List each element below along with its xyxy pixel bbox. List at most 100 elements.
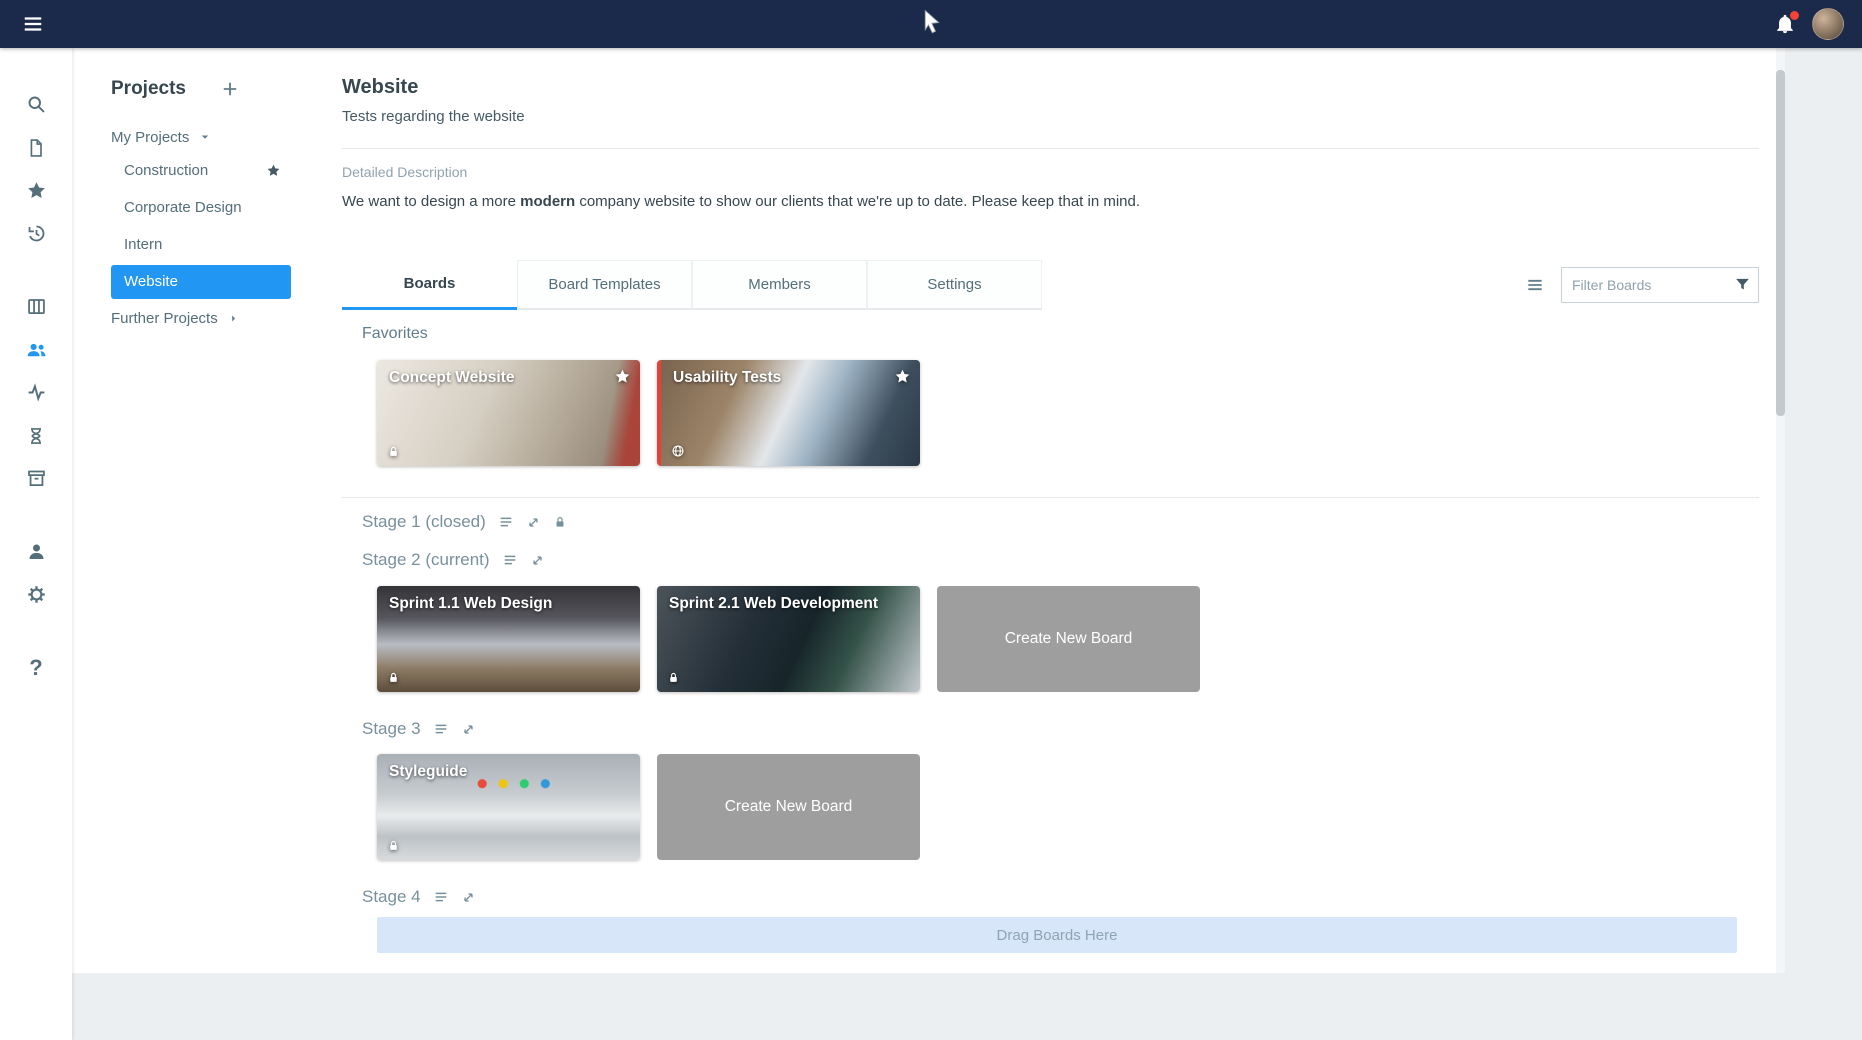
board-controls xyxy=(1525,267,1759,310)
user-avatar[interactable] xyxy=(1812,8,1844,40)
board-card-sprint-2-1[interactable]: Sprint 2.1 Web Development xyxy=(657,586,920,692)
board-card-concept-website[interactable]: Concept Website xyxy=(377,360,640,466)
board-title: Concept Website xyxy=(389,369,610,387)
page-subtitle: Tests regarding the website xyxy=(342,108,1759,126)
stage-2-boards-row: Sprint 1.1 Web Design Sprint 2.1 Web Dev… xyxy=(342,586,1759,692)
stage-list-icon[interactable] xyxy=(498,514,514,530)
create-new-board-button[interactable]: Create New Board xyxy=(657,754,920,860)
project-item-intern[interactable]: Intern xyxy=(111,226,291,263)
main-content: Website Tests regarding the website Deta… xyxy=(342,48,1759,973)
my-projects-label: My Projects xyxy=(111,129,189,146)
board-card-styleguide[interactable]: Styleguide xyxy=(377,754,640,860)
description-label: Detailed Description xyxy=(342,163,1759,181)
tab-label: Settings xyxy=(927,276,981,293)
board-title: Sprint 2.1 Web Development xyxy=(669,595,890,613)
history-icon[interactable] xyxy=(12,212,60,255)
tab-boards[interactable]: Boards xyxy=(342,260,517,310)
board-card-sprint-1-1[interactable]: Sprint 1.1 Web Design xyxy=(377,586,640,692)
create-board-label: Create New Board xyxy=(725,798,853,816)
project-item-corporate-design[interactable]: Corporate Design xyxy=(111,189,291,226)
lock-icon xyxy=(667,671,680,684)
favorites-row: Concept Website Usability Tests xyxy=(342,360,1759,466)
create-board-label: Create New Board xyxy=(1005,630,1133,648)
lock-icon xyxy=(387,671,400,684)
tab-members[interactable]: Members xyxy=(692,260,867,310)
hourglass-icon[interactable] xyxy=(12,414,60,457)
tab-board-templates[interactable]: Board Templates xyxy=(517,260,692,310)
filter-boards-field xyxy=(1561,267,1759,303)
projects-title: Projects xyxy=(111,78,186,100)
description-post: company website to show our clients that… xyxy=(575,193,1140,210)
app-logo xyxy=(920,9,943,37)
my-projects-toggle[interactable]: My Projects xyxy=(111,122,342,152)
lock-icon xyxy=(387,839,400,852)
favorites-label: Favorites xyxy=(342,324,1759,344)
chevron-right-icon xyxy=(227,312,240,325)
create-new-board-button[interactable]: Create New Board xyxy=(937,586,1200,692)
tab-bar: Boards Board Templates Members Settings xyxy=(342,260,1759,310)
notifications-bell-icon[interactable] xyxy=(1774,13,1796,35)
star-icon[interactable] xyxy=(12,169,60,212)
page-title: Website xyxy=(342,48,1759,100)
stage-4-header: Stage 4 xyxy=(342,885,1759,909)
scrollbar xyxy=(1776,48,1785,973)
stage-3-boards-row: Styleguide Create New Board xyxy=(342,754,1759,860)
board-icon[interactable] xyxy=(12,285,60,328)
settings-gear-icon[interactable] xyxy=(12,573,60,616)
stage-label: Stage 1 (closed) xyxy=(362,512,486,532)
stage-label: Stage 3 xyxy=(362,719,421,739)
search-icon[interactable] xyxy=(12,83,60,126)
stage-2-header: Stage 2 (current) xyxy=(342,548,1759,572)
help-icon[interactable]: ? xyxy=(12,646,60,689)
description-text: We want to design a more modern company … xyxy=(342,193,1759,211)
favorite-star-icon[interactable] xyxy=(894,368,911,385)
topbar xyxy=(0,0,1862,48)
scrollbar-thumb[interactable] xyxy=(1776,70,1785,416)
further-projects-toggle[interactable]: Further Projects xyxy=(111,300,342,337)
stage-list-icon[interactable] xyxy=(502,552,518,568)
chevron-down-icon xyxy=(198,130,212,144)
divider xyxy=(342,497,1759,498)
menu-icon[interactable] xyxy=(0,13,44,35)
drop-zone-label: Drag Boards Here xyxy=(997,927,1118,944)
icon-rail: ? xyxy=(0,48,72,1040)
further-projects-label: Further Projects xyxy=(111,310,218,327)
drag-boards-drop-zone[interactable]: Drag Boards Here xyxy=(377,917,1737,953)
stage-expand-icon[interactable] xyxy=(461,722,476,737)
tab-label: Members xyxy=(748,276,811,293)
document-icon[interactable] xyxy=(12,126,60,169)
add-project-button[interactable] xyxy=(220,79,240,99)
favorite-star-icon[interactable] xyxy=(266,163,281,178)
project-item-construction[interactable]: Construction xyxy=(111,152,291,189)
filter-boards-input[interactable] xyxy=(1561,267,1759,303)
archive-icon[interactable] xyxy=(12,457,60,500)
board-title: Usability Tests xyxy=(673,369,890,387)
activity-icon[interactable] xyxy=(12,371,60,414)
favorite-star-icon[interactable] xyxy=(614,368,631,385)
tab-settings[interactable]: Settings xyxy=(867,260,1042,310)
stage-list-icon[interactable] xyxy=(433,889,449,905)
stage-expand-icon[interactable] xyxy=(461,890,476,905)
team-icon[interactable] xyxy=(12,328,60,371)
stage-expand-icon[interactable] xyxy=(530,553,545,568)
stage-label: Stage 4 xyxy=(362,887,421,907)
project-item-website[interactable]: Website xyxy=(111,265,291,299)
description-bold: modern xyxy=(520,193,575,210)
content-sheet: Projects My Projects Construction Corpor… xyxy=(72,48,1785,973)
project-list: Construction Corporate Design Intern Web… xyxy=(111,152,342,300)
lock-icon xyxy=(387,445,400,458)
description-pre: We want to design a more xyxy=(342,193,520,210)
board-title: Styleguide xyxy=(389,763,610,781)
tab-label: Boards xyxy=(404,275,456,292)
project-label: Intern xyxy=(124,236,162,253)
stage-expand-icon[interactable] xyxy=(526,515,541,530)
stage-1-header: Stage 1 (closed) xyxy=(342,510,1759,534)
stage-list-icon[interactable] xyxy=(433,721,449,737)
board-card-usability-tests[interactable]: Usability Tests xyxy=(657,360,920,466)
profile-icon[interactable] xyxy=(12,530,60,573)
lock-icon xyxy=(553,515,567,529)
divider xyxy=(342,148,1759,149)
project-label: Corporate Design xyxy=(124,199,242,216)
view-options-icon[interactable] xyxy=(1525,275,1545,295)
project-label: Construction xyxy=(124,162,208,179)
